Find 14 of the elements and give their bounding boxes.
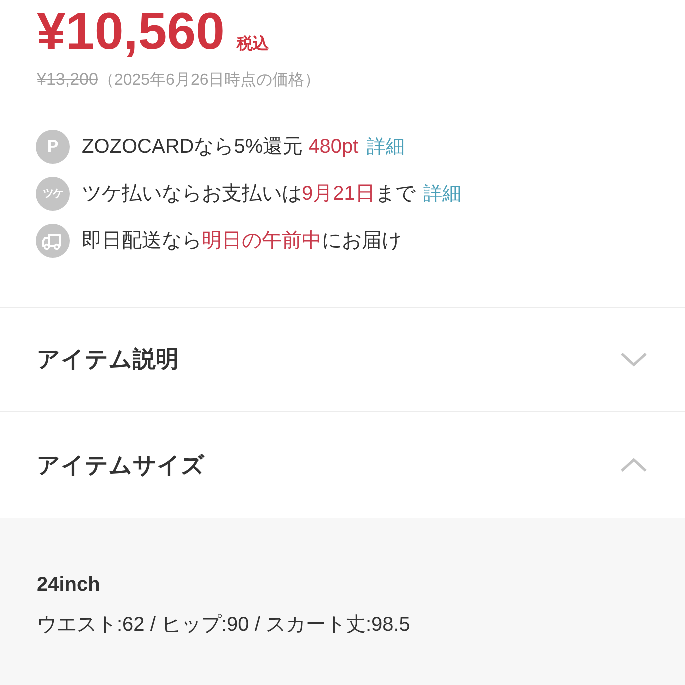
price-note: （2025年6月26日時点の価格） xyxy=(98,70,321,91)
benefit-badge: ツケ xyxy=(36,176,70,210)
truck-icon xyxy=(36,224,70,258)
original-price: ¥13,200 xyxy=(37,69,98,91)
tax-label: 税込 xyxy=(236,34,269,55)
size-name: 24inch xyxy=(37,573,102,598)
benefit-text: 即日配送なら明日の午前中 にお届け xyxy=(82,229,402,254)
size-measurements: ウエスト:62 / ヒップ:90 / スカート丈:98.5 xyxy=(37,613,412,638)
benefit-text: ZOZOCARDなら5%還元 480pt xyxy=(82,135,359,160)
accordion-header[interactable]: アイテムサイズ xyxy=(0,412,685,518)
benefit-text: ツケ払いならお支払いは9月21日 まで xyxy=(82,182,416,207)
sale-price: ¥10,560 xyxy=(37,4,225,60)
benefit-badge: P xyxy=(36,130,70,164)
accordion-header[interactable]: アイテム説明 xyxy=(0,308,685,412)
